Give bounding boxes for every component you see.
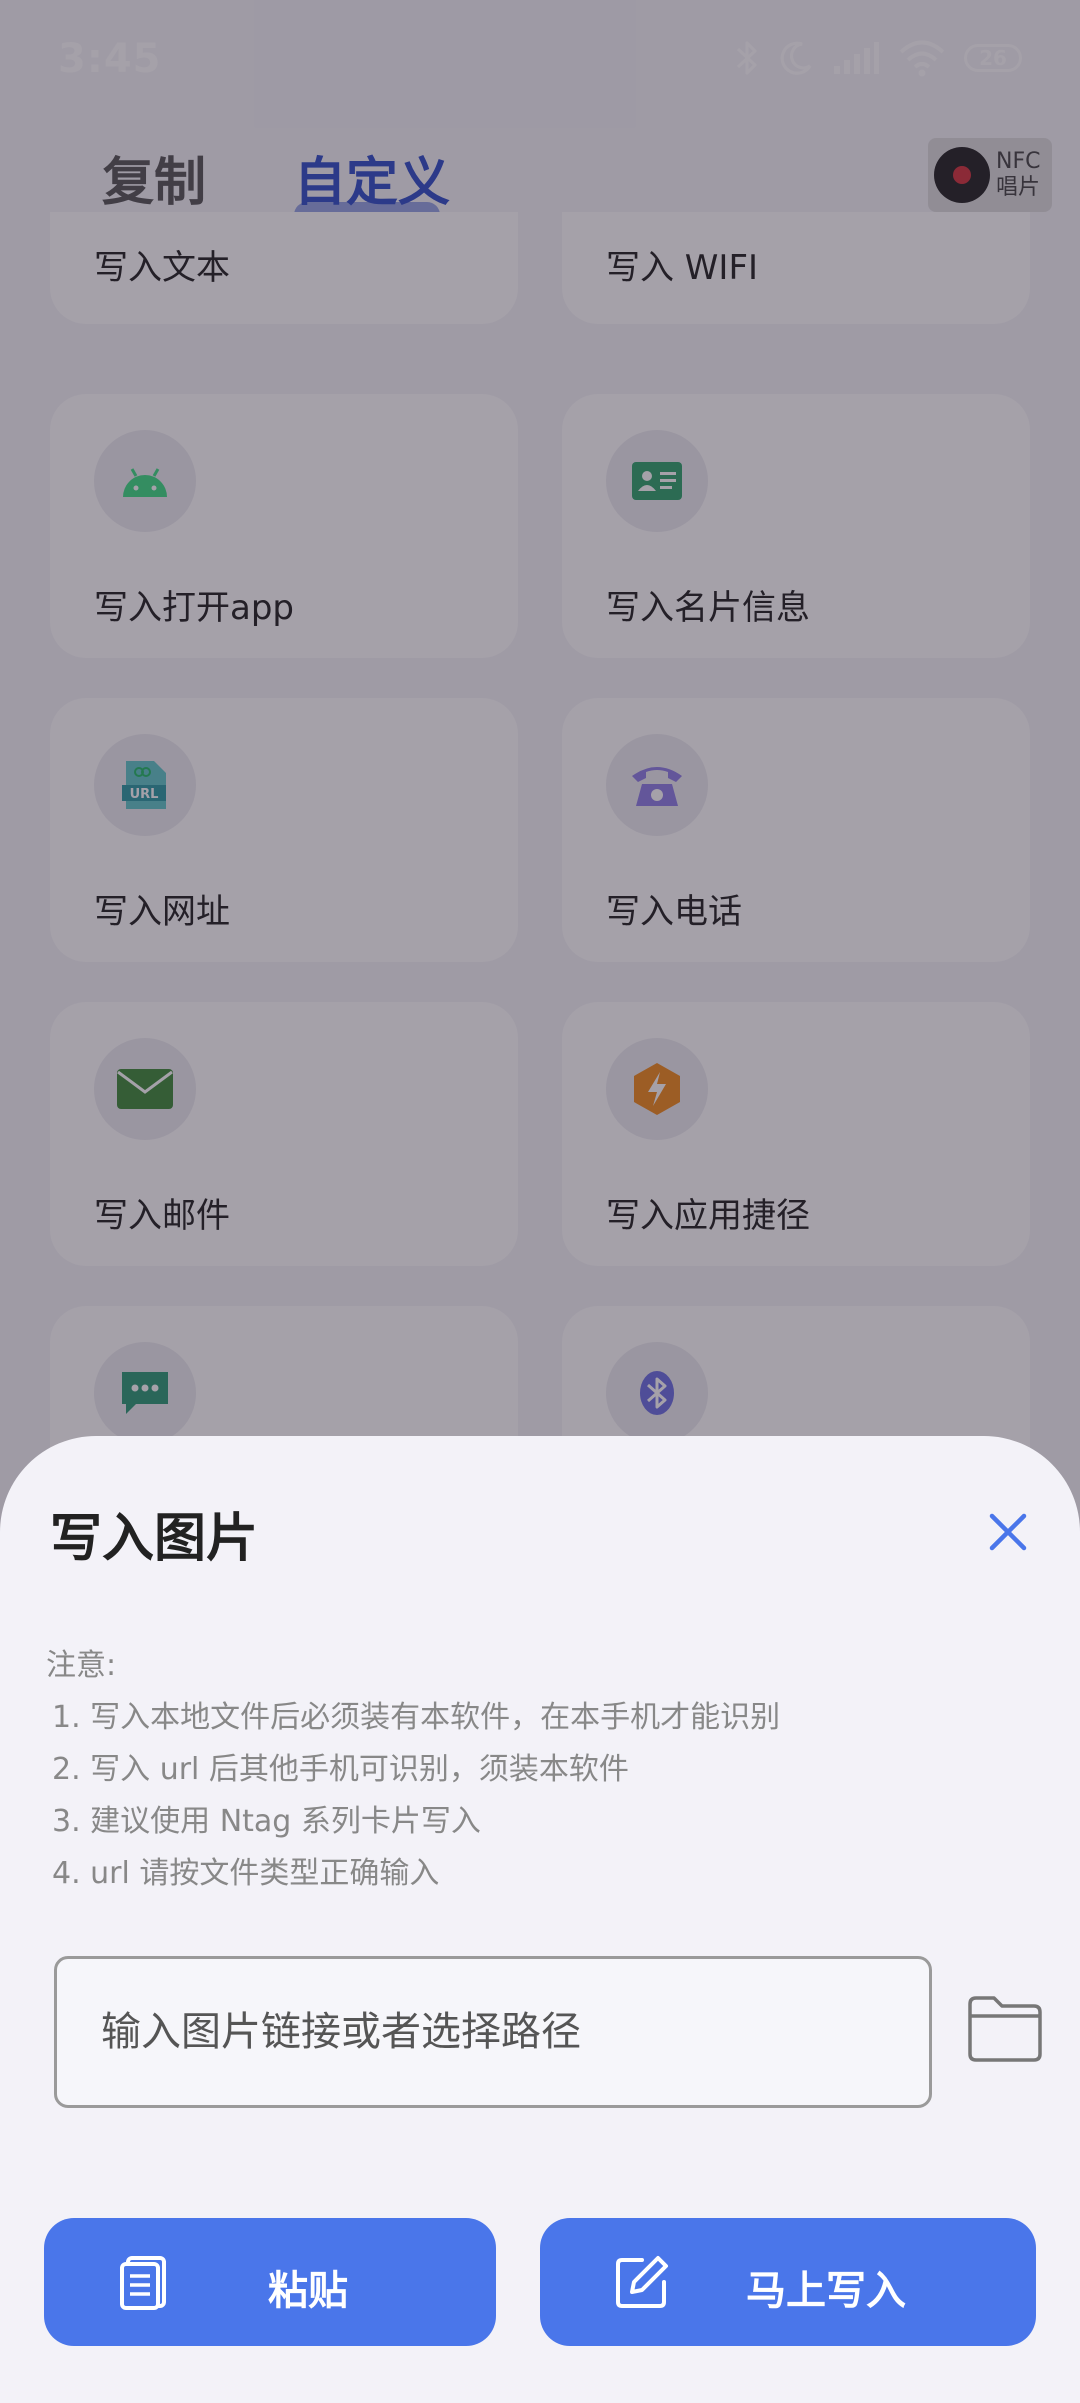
close-icon: [989, 1513, 1027, 1551]
write-now-button[interactable]: 马上写入: [540, 2218, 1036, 2346]
clipboard-icon: [120, 2256, 166, 2310]
write-image-sheet: 写入图片 注意: 1. 写入本地文件后必须装有本软件，在本手机才能识别 2. 写…: [0, 1436, 1080, 2403]
note-item: 1. 写入本地文件后必须装有本软件，在本手机才能识别: [52, 1700, 781, 1735]
notes-heading: 注意:: [46, 1648, 117, 1683]
note-item: 4. url 请按文件类型正确输入: [52, 1856, 440, 1891]
note-item: 2. 写入 url 后其他手机可识别，须装本软件: [52, 1752, 629, 1787]
note-item: 3. 建议使用 Ntag 系列卡片写入: [52, 1804, 481, 1839]
edit-icon: [616, 2256, 668, 2308]
close-button[interactable]: [978, 1502, 1038, 1562]
choose-folder-button[interactable]: [966, 1994, 1044, 2064]
folder-icon: [968, 1996, 1042, 2062]
paste-button[interactable]: 粘贴: [44, 2218, 496, 2346]
write-now-button-label: 马上写入: [746, 2268, 906, 2314]
image-path-input[interactable]: [54, 1956, 932, 2108]
paste-button-label: 粘贴: [268, 2268, 348, 2314]
notes-section: 注意: 1. 写入本地文件后必须装有本软件，在本手机才能识别 2. 写入 url…: [46, 1640, 780, 1900]
image-path-row: [54, 1956, 1044, 2108]
sheet-title: 写入图片: [50, 1509, 259, 1569]
